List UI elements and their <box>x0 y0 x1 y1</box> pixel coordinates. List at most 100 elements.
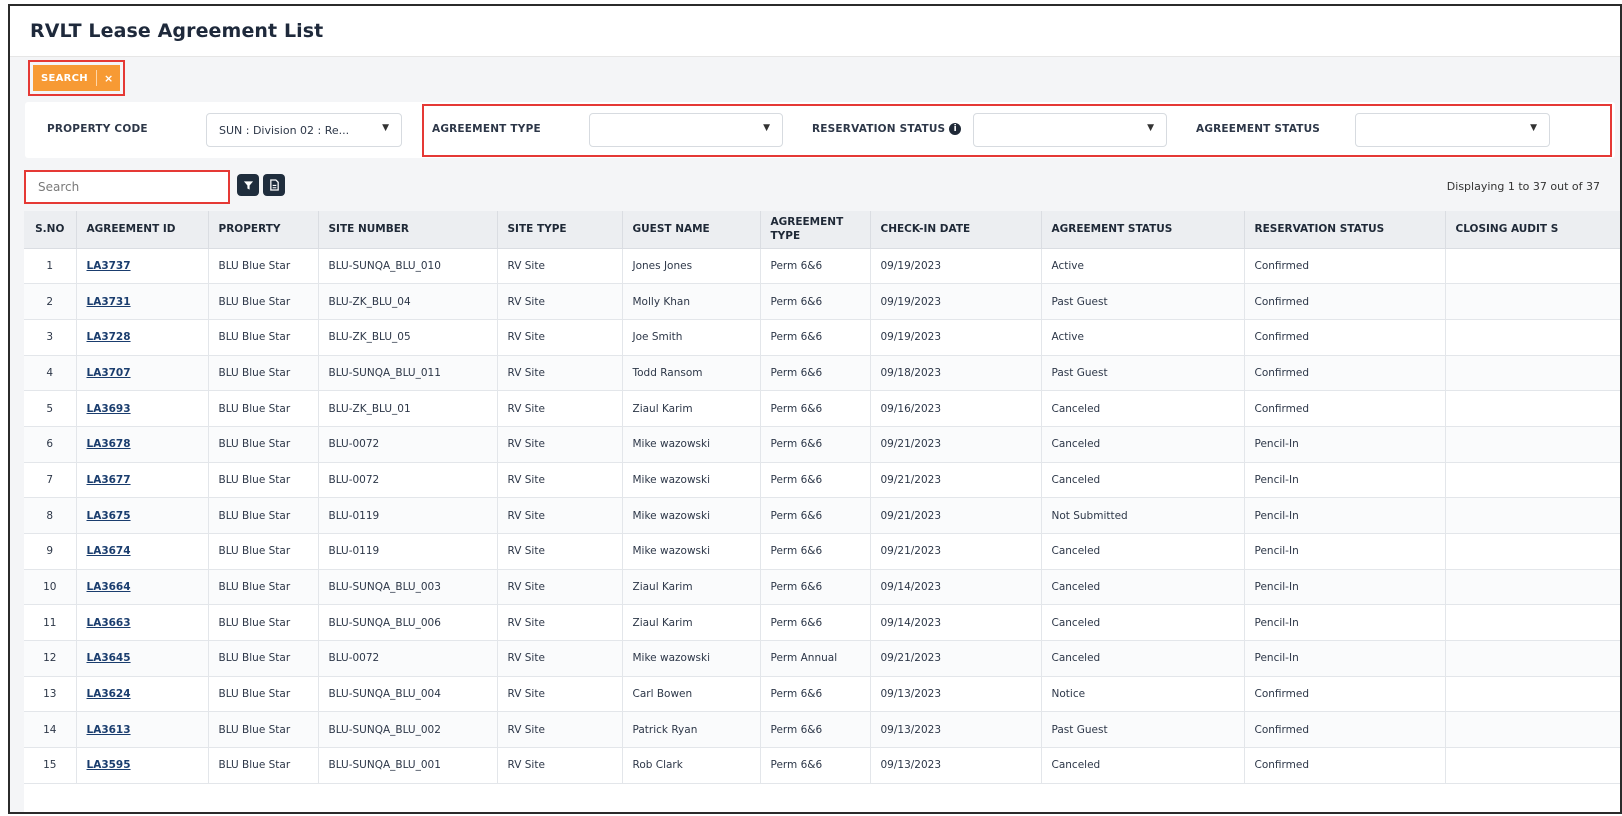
page-header: RVLT Lease Agreement List <box>10 6 1620 57</box>
agreement-id-link[interactable]: LA3678 <box>87 438 131 450</box>
agreement-id-link[interactable]: LA3664 <box>87 581 131 593</box>
document-icon <box>269 179 279 191</box>
cell-agreement-id: LA3677 <box>76 462 209 499</box>
cell-agreement-status: Active <box>1041 248 1245 285</box>
column-header-sno[interactable]: S.NO <box>24 211 77 249</box>
cell-site-number: BLU-0072 <box>318 640 498 677</box>
cell-agreement-type: Perm 6&6 <box>760 248 871 285</box>
table-row[interactable]: 5 LA3693 BLU Blue Star BLU-ZK_BLU_01 RV Site… <box>24 390 1620 427</box>
agreements-table: S.NO AGREEMENT ID PROPERTY SITE NUMBER S… <box>24 211 1620 812</box>
agreement-id-link[interactable]: LA3728 <box>87 331 131 343</box>
cell-sno: 7 <box>24 462 77 499</box>
column-header-agreement-status[interactable]: AGREEMENT STATUS <box>1041 211 1245 249</box>
column-header-check-in-date[interactable]: CHECK-IN DATE <box>870 211 1042 249</box>
reservation-status-select[interactable]: ▼ <box>973 113 1167 147</box>
cell-agreement-status: Canceled <box>1041 462 1245 499</box>
table-row[interactable]: 8 LA3675 BLU Blue Star BLU-0119 RV Site Mike … <box>24 497 1620 534</box>
table-row[interactable]: 6 LA3678 BLU Blue Star BLU-0072 RV Site Mike … <box>24 426 1620 463</box>
cell-agreement-type: Perm 6&6 <box>760 711 871 749</box>
agreement-id-link[interactable]: LA3693 <box>87 403 131 415</box>
cell-agreement-type: Perm 6&6 <box>760 604 871 642</box>
column-header-closing-audit-status[interactable]: CLOSING AUDIT S <box>1445 211 1620 249</box>
agreement-id-link[interactable]: LA3737 <box>87 260 131 272</box>
cell-site-type: RV Site <box>497 604 623 642</box>
table-row[interactable]: 15 LA3595 BLU Blue Star BLU-SUNQA_BLU_001 RV… <box>24 747 1620 784</box>
table-row[interactable]: 3 LA3728 BLU Blue Star BLU-ZK_BLU_05 RV Site… <box>24 319 1620 356</box>
table-row[interactable]: 13 LA3624 BLU Blue Star BLU-SUNQA_BLU_004 RV… <box>24 676 1620 713</box>
agreement-id-link[interactable]: LA3674 <box>87 545 131 557</box>
cell-site-number: BLU-0072 <box>318 462 498 499</box>
cell-agreement-status: Past Guest <box>1041 283 1245 320</box>
column-header-agreement-type[interactable]: AGREEMENT TYPE <box>760 211 871 249</box>
search-tab[interactable]: SEARCH × <box>33 65 121 91</box>
property-code-select[interactable]: SUN : Division 02 : Re... ▼ <box>206 113 402 147</box>
agreement-status-select[interactable]: ▼ <box>1355 113 1550 147</box>
table-row[interactable]: 11 LA3663 BLU Blue Star BLU-SUNQA_BLU_006 RV… <box>24 604 1620 642</box>
chevron-down-icon: ▼ <box>1147 123 1154 133</box>
table-row[interactable]: 4 LA3707 BLU Blue Star BLU-SUNQA_BLU_011 RV … <box>24 355 1620 392</box>
cell-agreement-type: Perm 6&6 <box>760 355 871 392</box>
cell-property: BLU Blue Star <box>208 319 319 356</box>
column-header-guest-name[interactable]: GUEST NAME <box>622 211 761 249</box>
table-row[interactable]: 10 LA3664 BLU Blue Star BLU-SUNQA_BLU_003 RV… <box>24 569 1620 606</box>
table-row[interactable]: 7 LA3677 BLU Blue Star BLU-0072 RV Site Mike … <box>24 462 1620 499</box>
cell-agreement-status: Canceled <box>1041 426 1245 463</box>
cell-agreement-status: Past Guest <box>1041 711 1245 749</box>
cell-agreement-type: Perm 6&6 <box>760 497 871 534</box>
agreement-id-link[interactable]: LA3595 <box>87 759 131 771</box>
cell-property: BLU Blue Star <box>208 497 319 534</box>
agreement-id-link[interactable]: LA3645 <box>87 652 131 664</box>
cell-reservation-status: Pencil-In <box>1244 533 1446 570</box>
cell-site-number: BLU-SUNQA_BLU_010 <box>318 248 498 285</box>
agreement-type-select[interactable]: ▼ <box>589 113 783 147</box>
cell-check-in-date: 09/21/2023 <box>870 640 1042 677</box>
table-row[interactable]: 14 LA3613 BLU Blue Star BLU-SUNQA_BLU_002 RV… <box>24 711 1620 749</box>
cell-closing-audit-status <box>1445 283 1620 320</box>
cell-closing-audit-status <box>1445 569 1620 606</box>
cell-closing-audit-status <box>1445 640 1620 677</box>
filter-icon <box>243 180 253 190</box>
filter-button[interactable] <box>237 174 259 196</box>
column-header-site-type[interactable]: SITE TYPE <box>497 211 623 249</box>
agreement-id-link[interactable]: LA3613 <box>87 724 131 736</box>
cell-site-number: BLU-ZK_BLU_01 <box>318 390 498 427</box>
chevron-down-icon: ▼ <box>1530 123 1537 133</box>
column-header-site-number[interactable]: SITE NUMBER <box>318 211 498 249</box>
search-input[interactable] <box>26 172 228 202</box>
cell-agreement-type: Perm 6&6 <box>760 283 871 320</box>
cell-guest-name: Mike wazowski <box>622 462 761 499</box>
cell-agreement-status: Canceled <box>1041 747 1245 784</box>
agreement-id-link[interactable]: LA3707 <box>87 367 131 379</box>
agreement-id-link[interactable]: LA3677 <box>87 474 131 486</box>
page-title: RVLT Lease Agreement List <box>30 20 324 42</box>
agreement-id-link[interactable]: LA3731 <box>87 296 131 308</box>
table-row[interactable]: 1 LA3737 BLU Blue Star BLU-SUNQA_BLU_010 RV … <box>24 248 1620 285</box>
cell-closing-audit-status <box>1445 355 1620 392</box>
column-header-property[interactable]: PROPERTY <box>208 211 319 249</box>
table-row[interactable]: 9 LA3674 BLU Blue Star BLU-0119 RV Site Mike … <box>24 533 1620 570</box>
cell-closing-audit-status <box>1445 390 1620 427</box>
table-row[interactable]: 12 LA3645 BLU Blue Star BLU-0072 RV Site Mike… <box>24 640 1620 677</box>
cell-closing-audit-status <box>1445 747 1620 784</box>
cell-sno: 12 <box>24 640 77 677</box>
column-header-agreement-id[interactable]: AGREEMENT ID <box>76 211 209 249</box>
info-icon[interactable]: i <box>949 123 962 135</box>
cell-agreement-status: Canceled <box>1041 640 1245 677</box>
cell-guest-name: Joe Smith <box>622 319 761 356</box>
cell-agreement-id: LA3624 <box>76 676 209 713</box>
agreement-id-link[interactable]: LA3663 <box>87 617 131 629</box>
cell-closing-audit-status <box>1445 676 1620 713</box>
cell-site-type: RV Site <box>497 640 623 677</box>
table-row[interactable]: 2 LA3731 BLU Blue Star BLU-ZK_BLU_04 RV Site… <box>24 283 1620 320</box>
cell-site-type: RV Site <box>497 462 623 499</box>
column-header-reservation-status[interactable]: RESERVATION STATUS <box>1244 211 1446 249</box>
close-icon[interactable]: × <box>97 72 120 85</box>
cell-check-in-date: 09/21/2023 <box>870 497 1042 534</box>
cell-site-type: RV Site <box>497 747 623 784</box>
agreement-id-link[interactable]: LA3624 <box>87 688 131 700</box>
agreement-id-link[interactable]: LA3675 <box>87 510 131 522</box>
cell-site-type: RV Site <box>497 676 623 713</box>
search-tab-label[interactable]: SEARCH <box>33 73 96 84</box>
cell-agreement-type: Perm Annual <box>760 640 871 677</box>
export-button[interactable] <box>263 174 285 196</box>
